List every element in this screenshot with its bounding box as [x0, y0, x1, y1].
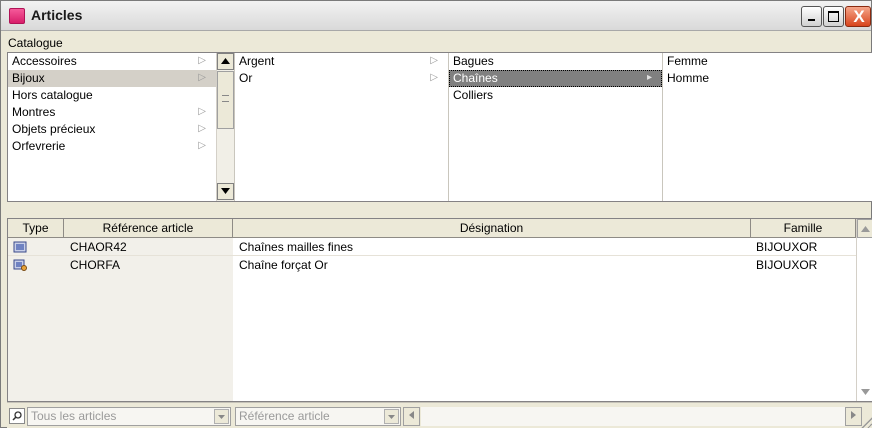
maximize-icon [828, 11, 839, 22]
close-icon: X [853, 7, 865, 26]
catalogue-item-bagues[interactable]: Bagues [449, 53, 662, 70]
scroll-thumb[interactable] [217, 71, 234, 129]
catalogue-item-argent[interactable]: Argent ▷ [235, 53, 448, 70]
expand-arrow-icon: ▷ [198, 123, 206, 134]
catalogue-column-4: Femme Homme [662, 53, 872, 201]
table-header: Type Référence article Désignation Famil… [8, 219, 872, 238]
scroll-down-button[interactable] [217, 183, 234, 200]
expand-arrow-icon: ▷ [198, 72, 206, 83]
column-header-famille[interactable]: Famille [751, 219, 856, 238]
scroll-up-button[interactable] [857, 219, 872, 238]
catalogue-browser: Accessoires ▷ Bijoux ▷ Hors catalogue Mont… [7, 52, 872, 202]
search-icon[interactable] [9, 408, 25, 424]
scroll-up-button[interactable] [217, 53, 234, 70]
minimize-icon [808, 19, 815, 21]
scroll-down-button[interactable] [857, 384, 872, 401]
reference-cell: CHORFA [70, 258, 121, 272]
article-linked-icon [13, 259, 27, 271]
chevron-up-icon [861, 226, 870, 232]
expand-arrow-icon: ▷ [430, 55, 438, 66]
expand-arrow-icon: ▷ [198, 55, 206, 66]
grip-icon [222, 95, 229, 102]
filter-bar: Tous les articles Référence article [7, 402, 872, 428]
table-row[interactable]: CHAOR42 Chaînes mailles fines BIJOUXOR [8, 239, 856, 256]
catalogue-column-1: Accessoires ▷ Bijoux ▷ Hors catalogue Mont… [8, 53, 216, 201]
catalogue-item-orfevrerie[interactable]: Orfevrerie ▷ [8, 138, 216, 155]
column-header-designation[interactable]: Désignation [233, 219, 751, 238]
chevron-down-icon [221, 188, 230, 194]
scroll-left-button[interactable] [403, 407, 420, 426]
expand-arrow-icon: ▸ [646, 72, 652, 83]
designation-cell: Chaînes mailles fines [239, 240, 354, 254]
catalogue-scrollbar[interactable] [216, 53, 234, 201]
catalogue-item-or[interactable]: Or ▷ [235, 70, 448, 87]
scope-select[interactable]: Tous les articles [27, 407, 231, 426]
catalogue-label: Catalogue [8, 36, 63, 50]
expand-arrow-icon: ▷ [430, 72, 438, 83]
table-row[interactable]: CHORFA Chaîne forçat Or BIJOUXOR [8, 257, 856, 274]
catalogue-item-homme[interactable]: Homme [663, 70, 872, 87]
resize-grip-icon[interactable] [859, 415, 872, 428]
chevron-up-icon [221, 58, 230, 64]
maximize-button[interactable] [823, 6, 844, 27]
close-button[interactable]: X [845, 6, 871, 27]
catalogue-item-colliers[interactable]: Colliers [449, 87, 662, 104]
famille-cell: BIJOUXOR [756, 240, 818, 254]
article-icon [13, 241, 27, 253]
dropdown-arrow-icon [388, 415, 395, 419]
type-cell [8, 239, 64, 256]
type-cell [8, 257, 64, 274]
famille-cell: BIJOUXOR [756, 258, 818, 272]
chevron-down-icon[interactable] [214, 409, 229, 424]
catalogue-item-chaines[interactable]: Chaînes ▸ [449, 70, 662, 87]
catalogue-item-objets-precieux[interactable]: Objets précieux ▷ [8, 121, 216, 138]
table-scrollbar[interactable] [856, 219, 872, 401]
articles-table: Type Référence article Désignation Famil… [7, 218, 872, 402]
chevron-left-icon [409, 411, 414, 419]
catalogue-item-hors-catalogue[interactable]: Hors catalogue [8, 87, 216, 104]
chevron-down-icon[interactable] [384, 409, 399, 424]
catalogue-item-femme[interactable]: Femme [663, 53, 872, 70]
expand-arrow-icon: ▷ [198, 140, 206, 151]
catalogue-column-2: Argent ▷ Or ▷ [234, 53, 448, 201]
catalogue-item-montres[interactable]: Montres ▷ [8, 104, 216, 121]
minimize-button[interactable] [801, 6, 822, 27]
articles-window: Articles X Catalogue Accessoires ▷ Bijoux… [0, 0, 872, 428]
title-bar[interactable]: Articles X [1, 1, 871, 31]
horizontal-scrollbar[interactable] [421, 407, 845, 426]
column-header-reference[interactable]: Référence article [64, 219, 233, 238]
chevron-right-icon [851, 411, 856, 419]
dropdown-arrow-icon [218, 415, 225, 419]
reference-cell: CHAOR42 [70, 240, 127, 254]
app-icon [9, 8, 25, 24]
catalogue-item-accessoires[interactable]: Accessoires ▷ [8, 53, 216, 70]
chevron-down-icon [861, 389, 870, 395]
designation-cell: Chaîne forçat Or [239, 258, 328, 272]
catalogue-column-3: Bagues Chaînes ▸ Colliers [448, 53, 662, 201]
column-header-type[interactable]: Type [8, 219, 64, 238]
magnifier-icon [12, 411, 22, 421]
field-select[interactable]: Référence article [235, 407, 401, 426]
expand-arrow-icon: ▷ [198, 106, 206, 117]
window-title: Articles [31, 7, 83, 23]
catalogue-item-bijoux[interactable]: Bijoux ▷ [8, 70, 216, 87]
